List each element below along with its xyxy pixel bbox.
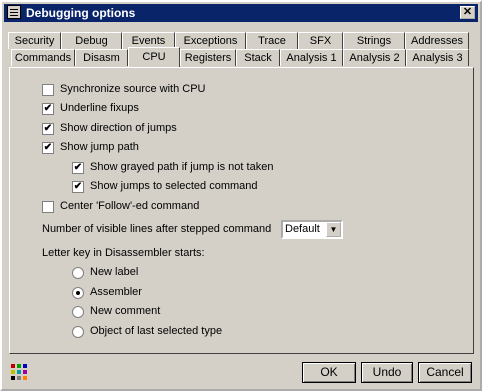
sync-source-checkbox[interactable] [42, 84, 54, 96]
assembler-radio[interactable] [72, 287, 84, 299]
cancel-button[interactable]: Cancel [418, 362, 472, 383]
new-label-radio[interactable] [72, 267, 84, 279]
show-jumps-selected-checkbox[interactable]: ✔ [72, 181, 84, 193]
underline-fixups-checkbox[interactable]: ✔ [42, 103, 54, 115]
window-title: Debugging options [26, 6, 136, 20]
center-follow-label: Center 'Follow'-ed command [60, 200, 200, 212]
tab-security[interactable]: Security [8, 32, 61, 49]
tab-stack[interactable]: Stack [236, 49, 280, 66]
ok-button[interactable]: OK [302, 362, 356, 383]
tab-debug[interactable]: Debug [61, 32, 122, 49]
show-jump-path-label: Show jump path [60, 141, 139, 153]
new-comment-label: New comment [90, 305, 161, 317]
show-direction-checkbox[interactable]: ✔ [42, 123, 54, 135]
close-button[interactable]: ✕ [460, 6, 475, 19]
show-jumps-selected-label: Show jumps to selected command [90, 180, 258, 192]
show-grayed-path-label: Show grayed path if jump is not taken [90, 161, 274, 173]
center-follow-checkbox[interactable] [42, 201, 54, 213]
tab-analysis-3[interactable]: Analysis 3 [406, 49, 469, 66]
letter-key-label: Letter key in Disassembler starts: [42, 247, 205, 259]
show-grayed-path-checkbox[interactable]: ✔ [72, 162, 84, 174]
visible-lines-label: Number of visible lines after stepped co… [42, 223, 272, 235]
tab-trace[interactable]: Trace [246, 32, 298, 49]
sync-source-label: Synchronize source with CPU [60, 83, 206, 95]
tab-analysis-1[interactable]: Analysis 1 [280, 49, 343, 66]
show-jump-path-checkbox[interactable]: ✔ [42, 142, 54, 154]
new-comment-radio[interactable] [72, 306, 84, 318]
assembler-label: Assembler [90, 286, 142, 298]
object-last-type-label: Object of last selected type [90, 325, 223, 337]
app-icon [7, 5, 21, 19]
tab-analysis-2[interactable]: Analysis 2 [343, 49, 406, 66]
undo-button[interactable]: Undo [361, 362, 413, 383]
new-label-label: New label [90, 266, 139, 278]
tab-disasm[interactable]: Disasm [75, 49, 128, 66]
tab-addresses[interactable]: Addresses [405, 32, 469, 49]
tab-sfx[interactable]: SFX [298, 32, 343, 49]
palette-icon[interactable] [11, 364, 27, 380]
visible-lines-select[interactable]: Default ▼ [281, 220, 343, 239]
underline-fixups-label: Underline fixups [60, 102, 139, 114]
show-direction-label: Show direction of jumps [60, 122, 177, 134]
tab-exceptions[interactable]: Exceptions [175, 32, 246, 49]
tab-strings[interactable]: Strings [343, 32, 405, 49]
visible-lines-value: Default [285, 223, 320, 235]
tab-commands[interactable]: Commands [11, 49, 75, 66]
tab-registers[interactable]: Registers [180, 49, 236, 66]
title-bar: Debugging options ✕ [4, 4, 478, 22]
chevron-down-icon[interactable]: ▼ [326, 222, 341, 237]
object-last-type-radio[interactable] [72, 326, 84, 338]
tab-cpu[interactable]: CPU [128, 47, 180, 67]
